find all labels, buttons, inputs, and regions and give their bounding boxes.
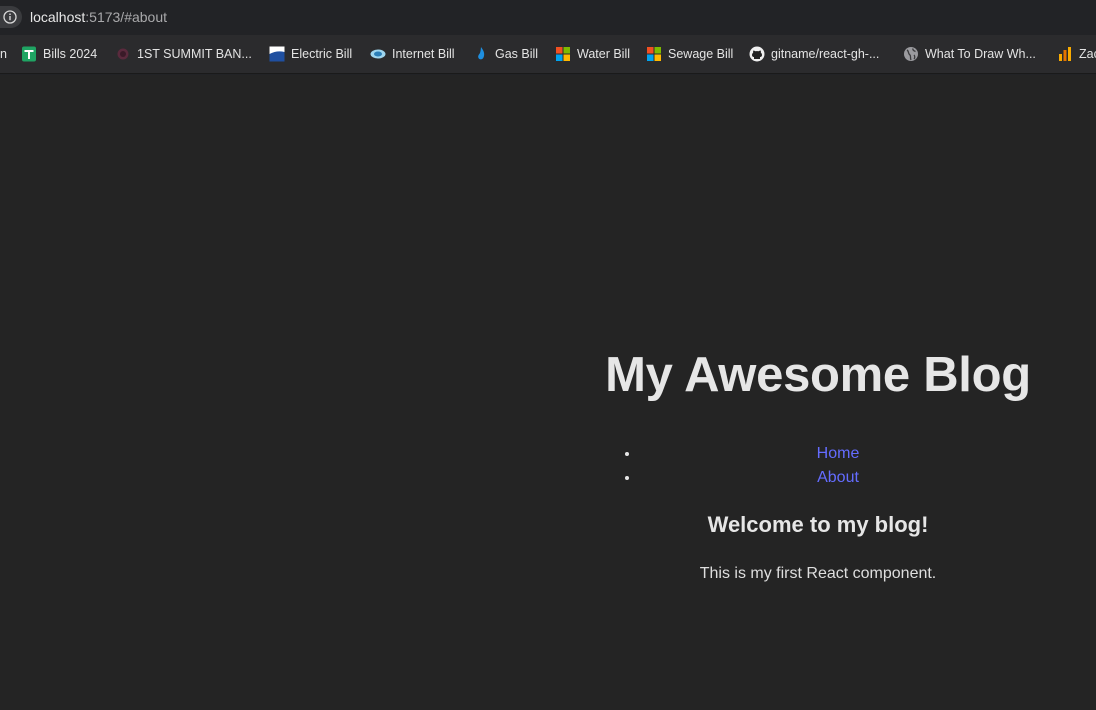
intro-paragraph: This is my first React component. xyxy=(699,565,937,582)
gas-flame-icon xyxy=(473,46,489,62)
nav-link-home[interactable]: Home xyxy=(817,445,860,462)
bookmark-label: Sewage Bill xyxy=(668,47,734,61)
bookmark-label: 1ST SUMMIT BAN... xyxy=(137,47,252,61)
welcome-heading: Welcome to my blog! xyxy=(707,512,929,537)
bookmark-what-to-draw[interactable]: What To Draw Wh... xyxy=(903,45,1036,63)
bookmark-label: Zac xyxy=(1079,47,1096,61)
bookmark-label: gitname/react-gh-... xyxy=(771,47,880,61)
windows-grid-icon xyxy=(646,46,662,62)
url-host: localhost xyxy=(30,9,86,25)
nav-list: Home About xyxy=(640,442,1036,490)
google-sheets-icon xyxy=(21,46,37,62)
bookmark-label: Bills 2024 xyxy=(43,47,98,61)
github-icon xyxy=(749,46,765,62)
bookmark-label: Water Bill xyxy=(577,47,631,61)
electric-company-icon xyxy=(269,46,285,62)
bookmark-1st-summit-bank[interactable]: 1ST SUMMIT BAN... xyxy=(115,45,252,63)
bookmark-electric-bill[interactable]: Electric Bill xyxy=(269,45,352,63)
bookmark-label: What To Draw Wh... xyxy=(925,47,1036,61)
bookmark-internet-bill[interactable]: Internet Bill xyxy=(370,45,455,63)
browser-chrome: localhost:5173/#about n Bills 2024 1ST S… xyxy=(0,0,1096,75)
nav-item-home: Home xyxy=(640,442,1036,466)
bookmark-label: Internet Bill xyxy=(392,47,455,61)
bookmark-github-repo[interactable]: gitname/react-gh-... xyxy=(749,45,879,63)
url-path: :5173/#about xyxy=(85,9,168,25)
bookmarks-bar: n Bills 2024 1ST SUMMIT BAN... Electric … xyxy=(0,35,1096,74)
bank-icon xyxy=(115,46,131,62)
globe-icon xyxy=(903,46,919,62)
bookmark-truncated[interactable]: n xyxy=(0,45,7,63)
bookmark-water-bill[interactable]: Water Bill xyxy=(555,45,630,63)
bookmark-label: Electric Bill xyxy=(291,47,353,61)
bookmark-label: n xyxy=(0,47,7,61)
blog-title: My Awesome Blog xyxy=(605,348,1031,402)
bookmark-label: Gas Bill xyxy=(495,47,539,61)
url-text[interactable]: localhost:5173/#about xyxy=(30,9,167,25)
bookmark-sewage-bill[interactable]: Sewage Bill xyxy=(646,45,733,63)
nav-link-about[interactable]: About xyxy=(817,469,859,486)
info-icon xyxy=(3,10,17,24)
analytics-icon xyxy=(1057,46,1073,62)
address-bar[interactable]: localhost:5173/#about xyxy=(0,0,1096,35)
site-info-button[interactable] xyxy=(0,6,22,28)
bookmark-gas-bill[interactable]: Gas Bill xyxy=(473,45,538,63)
windows-grid-icon xyxy=(555,46,571,62)
nav-item-about: About xyxy=(640,466,1036,490)
internet-provider-icon xyxy=(370,46,386,62)
bookmark-zac[interactable]: Zac xyxy=(1057,45,1096,63)
bookmark-bills-2024[interactable]: Bills 2024 xyxy=(21,45,97,63)
